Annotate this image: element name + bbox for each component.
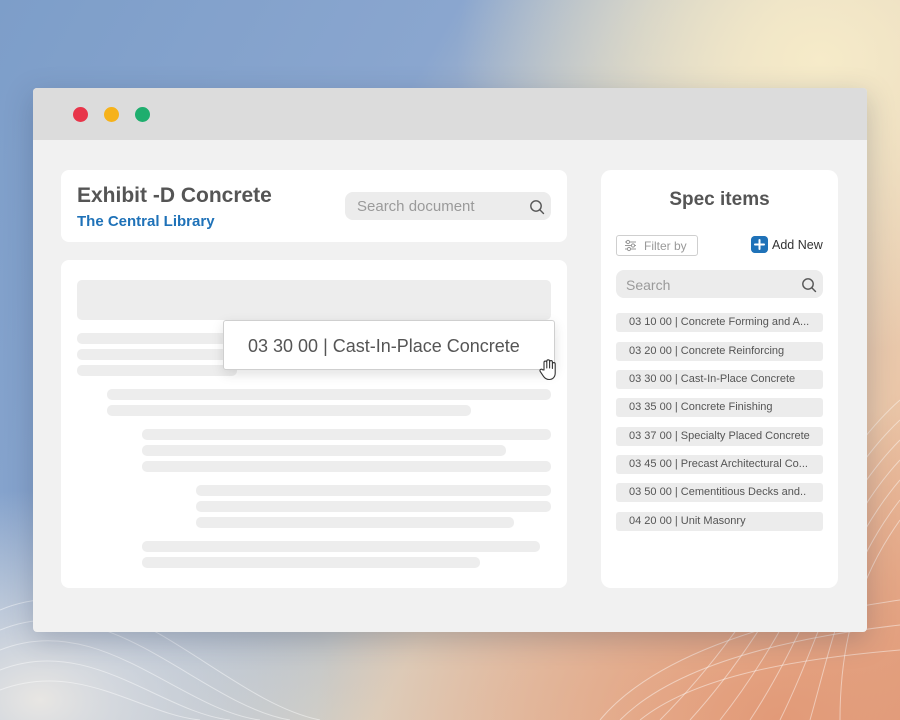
minimize-dot-icon[interactable] xyxy=(104,107,119,122)
placeholder-line xyxy=(107,405,471,416)
placeholder-line xyxy=(142,461,551,472)
project-name[interactable]: The Central Library xyxy=(77,213,215,230)
spec-item[interactable]: 04 20 00 | Unit Masonry xyxy=(616,512,823,531)
spec-panel-title: Spec items xyxy=(669,189,770,210)
sliders-icon xyxy=(625,239,636,252)
spec-item[interactable]: 03 50 00 | Cementitious Decks and.. xyxy=(616,483,823,502)
placeholder-line xyxy=(107,389,551,400)
spec-item-tooltip: 03 30 00 | Cast-In-Place Concrete xyxy=(223,320,555,370)
placeholder-line xyxy=(142,557,480,568)
search-icon[interactable] xyxy=(529,199,545,215)
spec-item[interactable]: 03 30 00 | Cast-In-Place Concrete xyxy=(616,370,823,389)
document-search[interactable] xyxy=(345,192,551,220)
search-icon[interactable] xyxy=(801,277,817,293)
tooltip-text: 03 30 00 | Cast-In-Place Concrete xyxy=(248,336,520,356)
document-content xyxy=(61,260,567,588)
document-search-input[interactable] xyxy=(357,197,517,215)
spec-search-input[interactable] xyxy=(626,276,786,293)
spec-item[interactable]: 03 35 00 | Concrete Finishing xyxy=(616,398,823,417)
spec-items-panel: Spec items Filter by Add New Search 03 1… xyxy=(601,170,838,588)
spec-item[interactable]: 03 20 00 | Concrete Reinforcing xyxy=(616,342,823,361)
spec-search[interactable] xyxy=(616,270,823,298)
maximize-dot-icon[interactable] xyxy=(135,107,150,122)
placeholder-line xyxy=(196,501,551,512)
placeholder-heading-bar xyxy=(77,280,551,320)
spec-item[interactable]: 03 37 00 | Specialty Placed Concrete xyxy=(616,427,823,446)
add-new-button[interactable]: Add New xyxy=(751,235,831,255)
window-titlebar xyxy=(33,88,867,140)
app-window: Exhibit -D Concrete The Central Library … xyxy=(33,88,867,632)
filter-by-label: Filter by xyxy=(644,239,687,253)
hand-pointer-icon xyxy=(539,359,556,381)
plus-icon xyxy=(751,236,768,253)
add-new-label: Add New xyxy=(772,238,823,252)
document-title: Exhibit -D Concrete xyxy=(77,184,272,207)
placeholder-line xyxy=(196,517,514,528)
document-header: Exhibit -D Concrete The Central Library xyxy=(61,170,567,242)
placeholder-line xyxy=(142,429,551,440)
placeholder-line xyxy=(77,365,237,376)
close-dot-icon[interactable] xyxy=(73,107,88,122)
placeholder-line xyxy=(142,445,506,456)
spec-item[interactable]: 03 10 00 | Concrete Forming and A... xyxy=(616,313,823,332)
placeholder-line xyxy=(196,485,551,496)
placeholder-line xyxy=(77,333,237,344)
filter-by-button[interactable]: Filter by xyxy=(616,235,698,256)
spec-item[interactable]: 03 45 00 | Precast Architectural Co... xyxy=(616,455,823,474)
placeholder-line xyxy=(77,349,237,360)
placeholder-line xyxy=(142,541,540,552)
